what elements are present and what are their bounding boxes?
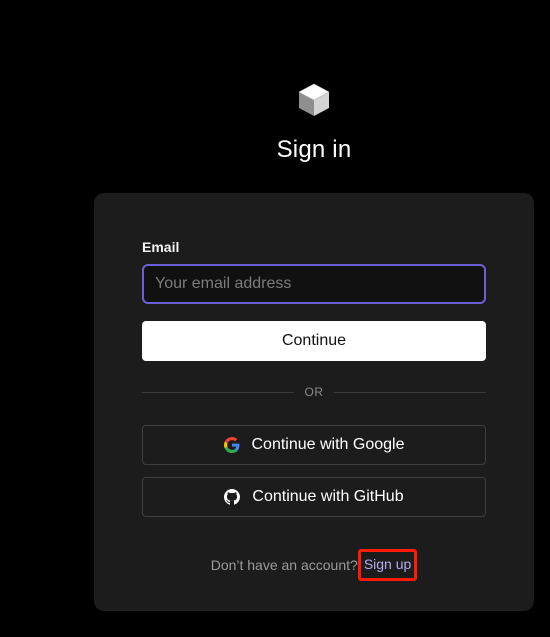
github-button-label: Continue with GitHub [252,488,404,505]
page-title: Sign in [276,136,352,163]
cube-logo-icon [298,83,330,116]
continue-with-google-button[interactable]: Continue with Google [142,425,486,465]
github-icon [224,489,241,505]
divider-line-right [334,392,486,393]
continue-with-github-button[interactable]: Continue with GitHub [142,477,486,517]
signup-prompt-text: Don’t have an account? [210,557,358,573]
sign-up-link[interactable]: Sign up [364,556,411,572]
sign-in-page: Sign in Email Continue OR Continue with … [0,0,550,637]
email-field[interactable] [142,264,486,304]
signup-prompt: Don’t have an account? Sign up [94,549,534,582]
or-divider: OR [142,383,486,403]
sign-in-card: Email Continue OR Continue with Google C… [94,193,534,611]
google-icon [223,437,239,453]
email-label: Email [142,239,180,255]
signup-link-highlight: Sign up [357,549,418,581]
google-button-label: Continue with Google [251,436,405,453]
continue-button[interactable]: Continue [142,321,486,361]
